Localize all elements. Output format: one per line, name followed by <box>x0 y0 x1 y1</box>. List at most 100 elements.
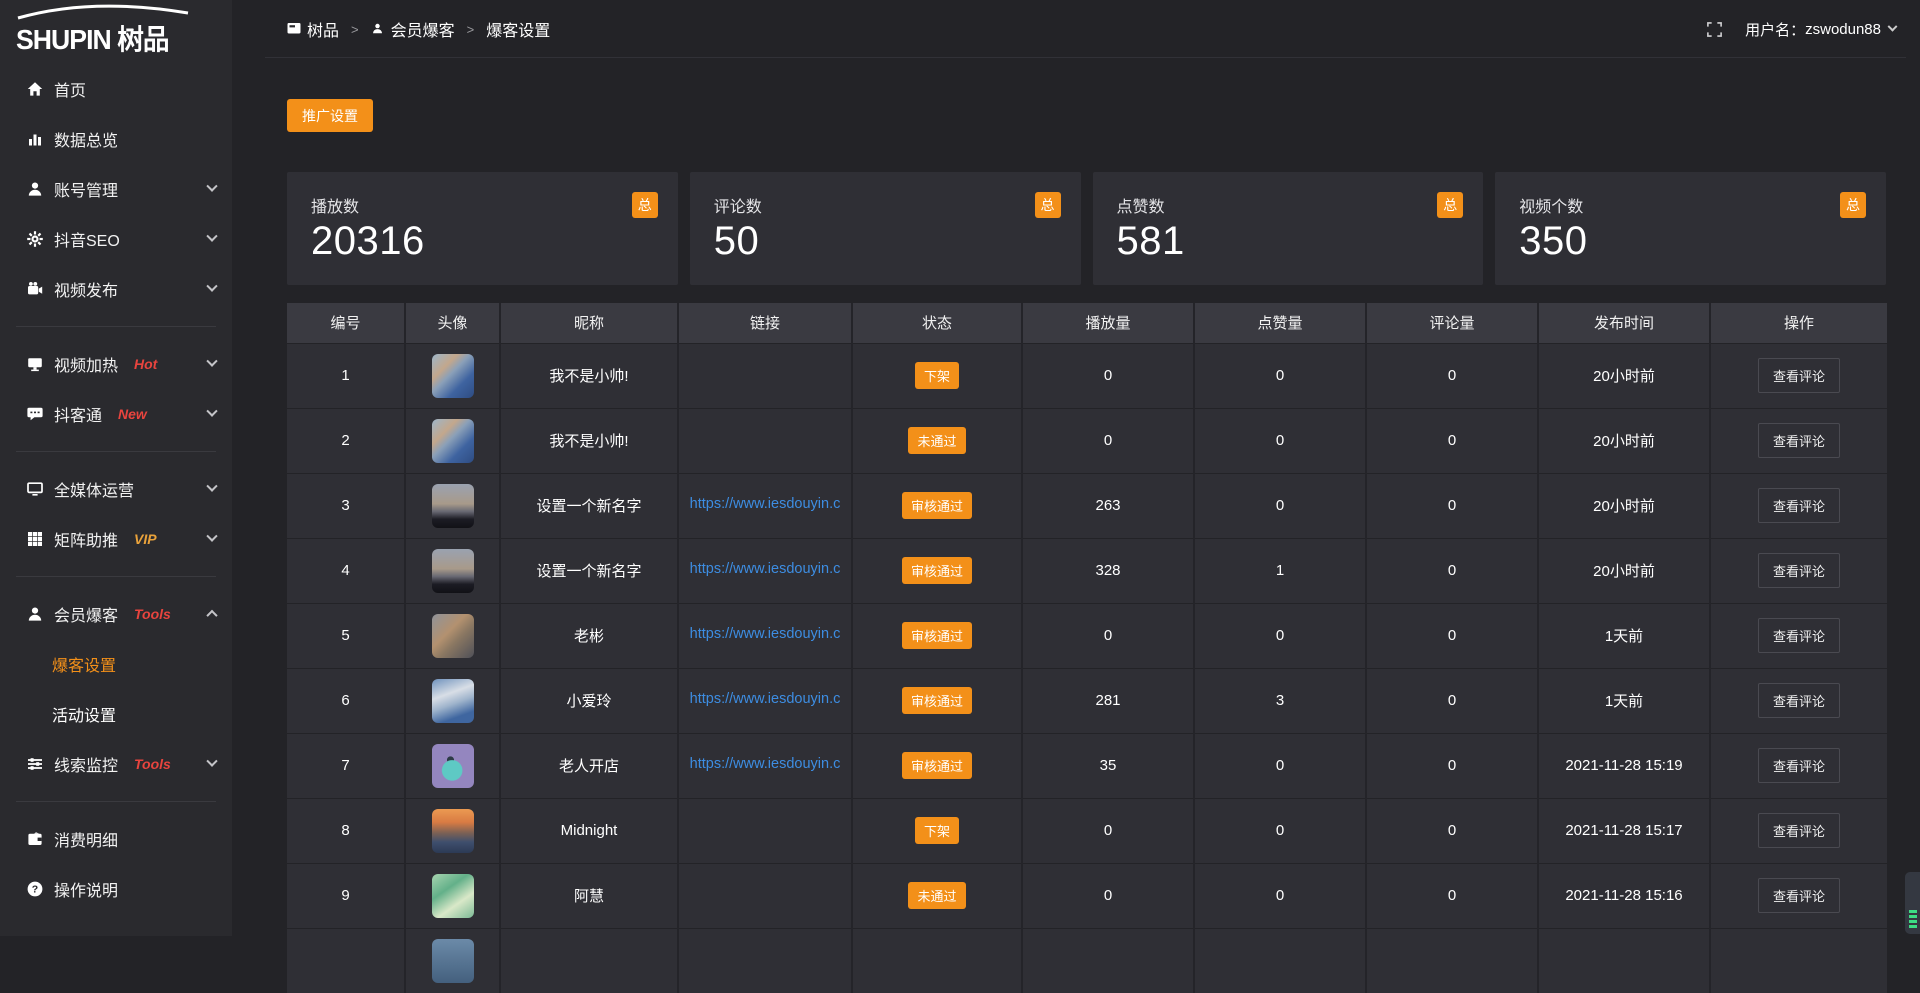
cell-status: 下架 <box>852 343 1022 408</box>
sidebar-item-video-heat[interactable]: 视频加热 Hot <box>0 339 232 389</box>
cell-time: 1天前 <box>1538 603 1710 668</box>
cell-action: 查看评论 <box>1710 538 1887 603</box>
view-comments-button[interactable]: 查看评论 <box>1758 488 1840 523</box>
plays-count: 328 <box>1095 562 1120 579</box>
sidebar-item-lead-monitor[interactable]: 线索监控 Tools <box>0 739 232 789</box>
user-icon <box>26 180 45 198</box>
cell-plays: 0 <box>1022 408 1194 473</box>
view-comments-button[interactable]: 查看评论 <box>1758 423 1840 458</box>
avatar <box>432 419 474 463</box>
floating-widget[interactable] <box>1905 872 1920 934</box>
publish-time: 20小时前 <box>1593 563 1655 580</box>
nickname: Midnight <box>561 822 618 839</box>
breadcrumb-label: 爆客设置 <box>486 17 550 41</box>
sidebar-item-help[interactable]: ? 操作说明 <box>0 864 232 914</box>
col-header-status: 状态 <box>852 303 1022 343</box>
breadcrumb-item-root[interactable]: 树品 <box>287 17 339 41</box>
cell-time: 2021-11-28 15:16 <box>1538 863 1710 928</box>
avatar <box>432 679 474 723</box>
view-comments-button[interactable]: 查看评论 <box>1758 878 1840 913</box>
view-comments-button[interactable]: 查看评论 <box>1758 553 1840 588</box>
comments-count: 0 <box>1448 887 1456 904</box>
view-comments-button[interactable]: 查看评论 <box>1758 683 1840 718</box>
nickname: 我不是小帅! <box>549 368 628 385</box>
cell-likes: 0 <box>1194 408 1366 473</box>
video-camera-icon <box>26 280 45 298</box>
chevron-down-icon[interactable] <box>1888 21 1898 31</box>
sidebar-item-account-manage[interactable]: 账号管理 <box>0 164 232 214</box>
sidebar-item-home[interactable]: 首页 <box>0 64 232 114</box>
cell-time: 20小时前 <box>1538 408 1710 473</box>
avatar <box>432 874 474 918</box>
home-icon <box>26 80 45 98</box>
comments-count: 0 <box>1448 432 1456 449</box>
col-header-action: 操作 <box>1710 303 1887 343</box>
cell-time: 20小时前 <box>1538 473 1710 538</box>
sidebar-subitem-activity-settings[interactable]: 活动设置 <box>0 689 232 739</box>
video-link[interactable]: https://www.iesdouyin.c <box>690 626 841 642</box>
sidebar-item-douyin-seo[interactable]: 抖音SEO <box>0 214 232 264</box>
table-row: 7 老人开店 https://www.iesdouyin.c 审核通过 35 0… <box>287 733 1887 798</box>
comments-count: 0 <box>1448 497 1456 514</box>
table-header-row: 编号 头像 昵称 链接 状态 播放量 点赞量 评论量 发布时间 操作 <box>287 303 1887 343</box>
sidebar-item-label: 账号管理 <box>54 177 118 201</box>
stat-cards: 播放数 20316 总 评论数 50 总 点赞数 581 总 视频个数 350 … <box>287 172 1886 285</box>
fullscreen-icon[interactable] <box>1706 21 1723 38</box>
stat-label: 播放数 <box>311 193 658 217</box>
nickname: 老彬 <box>574 628 604 645</box>
cell-likes: 0 <box>1194 603 1366 668</box>
cell-plays: 0 <box>1022 343 1194 408</box>
cell-avatar <box>405 603 500 668</box>
view-comments-button[interactable]: 查看评论 <box>1758 618 1840 653</box>
sidebar-subitem-baoke-settings[interactable]: 爆客设置 <box>0 639 232 689</box>
promo-settings-button[interactable]: 推广设置 <box>287 99 373 132</box>
video-link[interactable]: https://www.iesdouyin.c <box>690 496 841 512</box>
sidebar-item-data-overview[interactable]: 数据总览 <box>0 114 232 164</box>
cell-time <box>1538 928 1710 993</box>
row-id: 8 <box>341 822 349 839</box>
cell-link <box>678 863 852 928</box>
sidebar-item-omni-media[interactable]: 全媒体运营 <box>0 464 232 514</box>
likes-count: 0 <box>1276 432 1284 449</box>
cell-id: 7 <box>287 733 405 798</box>
cell-time: 20小时前 <box>1538 538 1710 603</box>
cell-likes: 0 <box>1194 473 1366 538</box>
cell-comments: 0 <box>1366 538 1538 603</box>
cell-link <box>678 798 852 863</box>
chevron-down-icon <box>206 531 217 542</box>
video-link[interactable]: https://www.iesdouyin.c <box>690 561 841 577</box>
sidebar-item-member-baoke[interactable]: 会员爆客 Tools <box>0 589 232 639</box>
stat-label: 评论数 <box>714 193 1061 217</box>
video-link[interactable]: https://www.iesdouyin.c <box>690 691 841 707</box>
username-value[interactable]: zswodun88 <box>1805 21 1881 38</box>
chevron-down-icon <box>206 181 217 192</box>
hot-tag: Hot <box>134 356 157 372</box>
breadcrumb-item-member-baoke[interactable]: 会员爆客 <box>371 17 455 41</box>
sidebar-item-video-publish[interactable]: 视频发布 <box>0 264 232 314</box>
view-comments-button[interactable]: 查看评论 <box>1758 813 1840 848</box>
cell-action: 查看评论 <box>1710 408 1887 473</box>
publish-time: 20小时前 <box>1593 368 1655 385</box>
sidebar-item-matrix-boost[interactable]: 矩阵助推 VIP <box>0 514 232 564</box>
nickname: 阿慧 <box>574 888 604 905</box>
cell-time: 2021-11-28 15:19 <box>1538 733 1710 798</box>
cell-link: https://www.iesdouyin.c <box>678 538 852 603</box>
cell-link <box>678 408 852 473</box>
cell-plays: 35 <box>1022 733 1194 798</box>
view-comments-button[interactable]: 查看评论 <box>1758 748 1840 783</box>
sidebar-nav: 首页 数据总览 账号管理 抖音SEO 视频发布 视频加热 Hot <box>0 62 232 914</box>
status-badge: 审核通过 <box>902 687 972 714</box>
view-comments-button[interactable]: 查看评论 <box>1758 358 1840 393</box>
cell-comments <box>1366 928 1538 993</box>
sidebar-item-douketong[interactable]: 抖客通 New <box>0 389 232 439</box>
cell-status: 审核通过 <box>852 733 1022 798</box>
stat-value: 50 <box>714 219 1061 264</box>
avatar <box>432 744 474 788</box>
status-badge: 未通过 <box>908 882 965 909</box>
cell-likes <box>1194 928 1366 993</box>
cell-id <box>287 928 405 993</box>
status-badge: 审核通过 <box>902 557 972 584</box>
stat-card-videos: 视频个数 350 总 <box>1495 172 1886 285</box>
sidebar-item-spend-detail[interactable]: 消费明细 <box>0 814 232 864</box>
video-link[interactable]: https://www.iesdouyin.c <box>690 756 841 772</box>
